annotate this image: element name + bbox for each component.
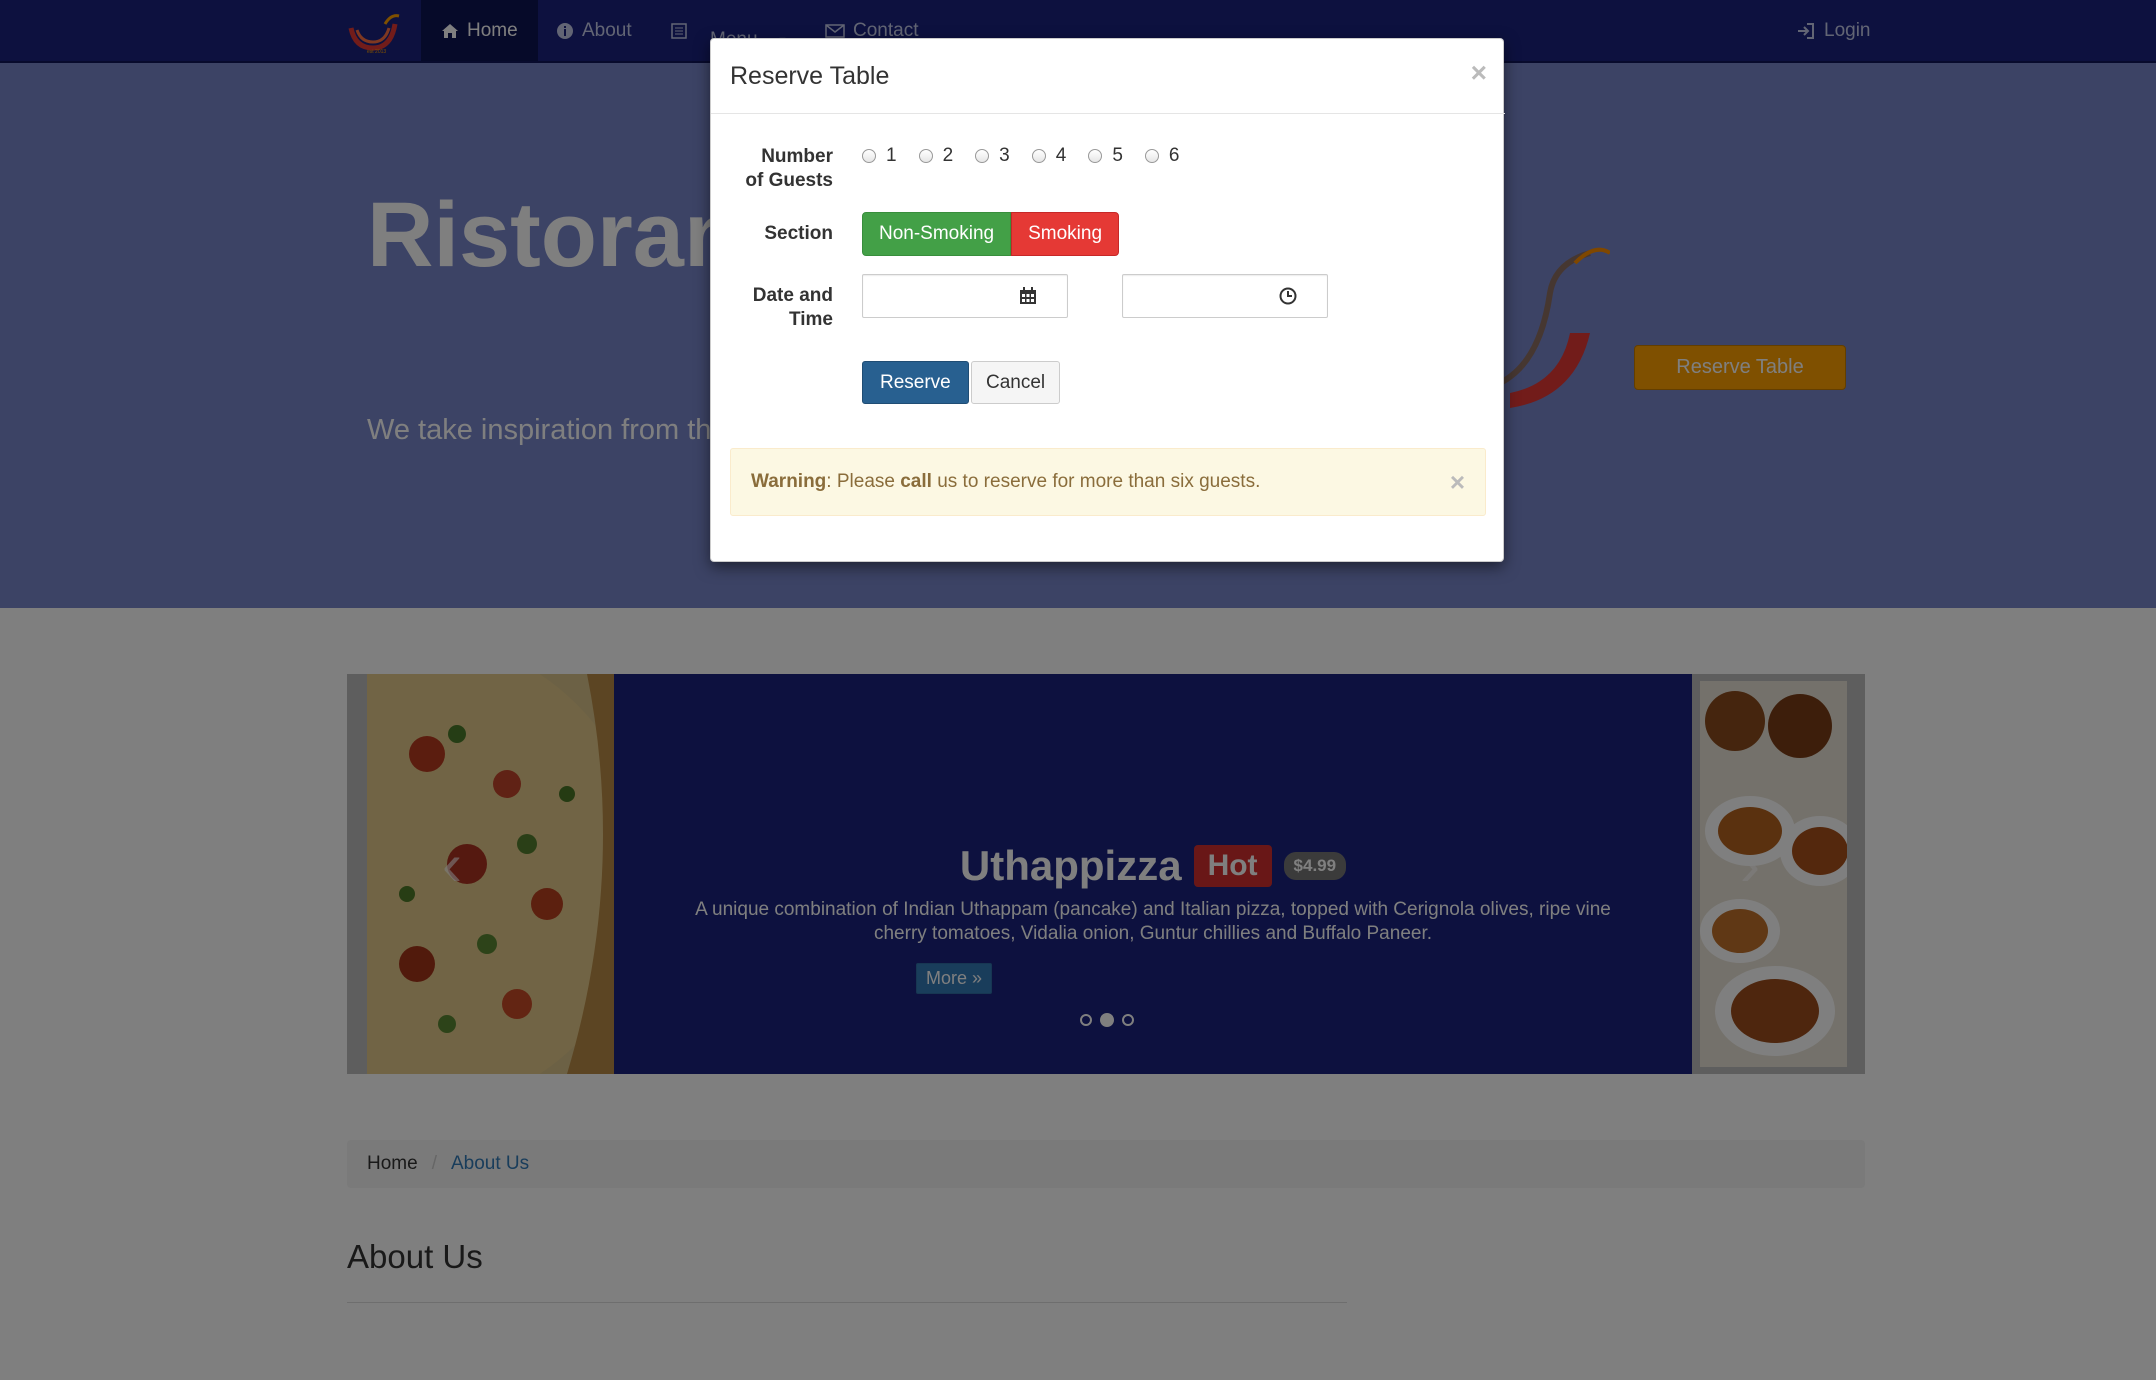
radio-label: 4 — [1055, 145, 1067, 166]
datetime-label-line-1: Date and — [752, 285, 833, 306]
radio-button[interactable] — [975, 149, 990, 163]
calendar-icon — [1019, 287, 1037, 310]
date-input[interactable] — [862, 274, 1068, 318]
guests-radio-3[interactable]: 3 — [975, 145, 1010, 167]
radio-label: 3 — [999, 145, 1010, 166]
guests-radio-6[interactable]: 6 — [1144, 145, 1180, 167]
radio-label: 1 — [886, 145, 897, 166]
radio-button[interactable] — [1088, 149, 1103, 163]
clock-icon — [1279, 287, 1297, 310]
alert-strong: Warning — [751, 471, 827, 492]
guests-radio-2[interactable]: 2 — [918, 145, 954, 167]
alert-text-1: : Please — [826, 471, 901, 492]
radio-button[interactable] — [1031, 149, 1046, 163]
radio-button[interactable] — [1144, 149, 1159, 163]
guests-radio-4[interactable]: 4 — [1031, 145, 1067, 167]
reserve-submit-button[interactable]: Reserve — [862, 361, 969, 404]
datetime-label-line-2: Time — [788, 309, 833, 330]
guests-radio-group: 1 2 3 4 5 6 — [862, 145, 1179, 167]
guests-radio-1[interactable]: 1 — [862, 145, 897, 167]
radio-label: 5 — [1112, 145, 1123, 166]
section-label: Section — [764, 223, 833, 244]
guests-label-line-1: Number — [761, 146, 833, 167]
alert-text-2: us to reserve for more than six guests. — [931, 471, 1261, 492]
guests-radio-5[interactable]: 5 — [1088, 145, 1123, 167]
warning-alert: Warning: Please call us to reserve for m… — [730, 448, 1486, 516]
datetime-label: Date and Time — [723, 284, 833, 332]
reserve-table-modal: Reserve Table × Number of Guests 1 2 3 4… — [710, 38, 1505, 562]
cancel-button[interactable]: Cancel — [971, 361, 1061, 404]
smoking-button[interactable]: Smoking — [1011, 212, 1120, 256]
radio-button[interactable] — [918, 149, 933, 163]
guests-label: Number of Guests — [723, 145, 833, 193]
radio-label: 6 — [1168, 145, 1180, 166]
radio-label: 2 — [942, 145, 954, 166]
time-input[interactable] — [1122, 274, 1328, 318]
modal-close-button[interactable]: × — [1471, 57, 1487, 89]
modal-title: Reserve Table — [730, 62, 890, 90]
section-toggle-group: Non-Smoking Smoking — [862, 212, 1120, 256]
modal-header: Reserve Table × — [711, 39, 1505, 114]
alert-close-button[interactable]: × — [1450, 467, 1465, 498]
guests-label-line-2: of Guests — [745, 170, 833, 191]
alert-call: call — [900, 471, 932, 492]
non-smoking-button[interactable]: Non-Smoking — [862, 212, 1012, 256]
radio-button[interactable] — [862, 149, 876, 163]
